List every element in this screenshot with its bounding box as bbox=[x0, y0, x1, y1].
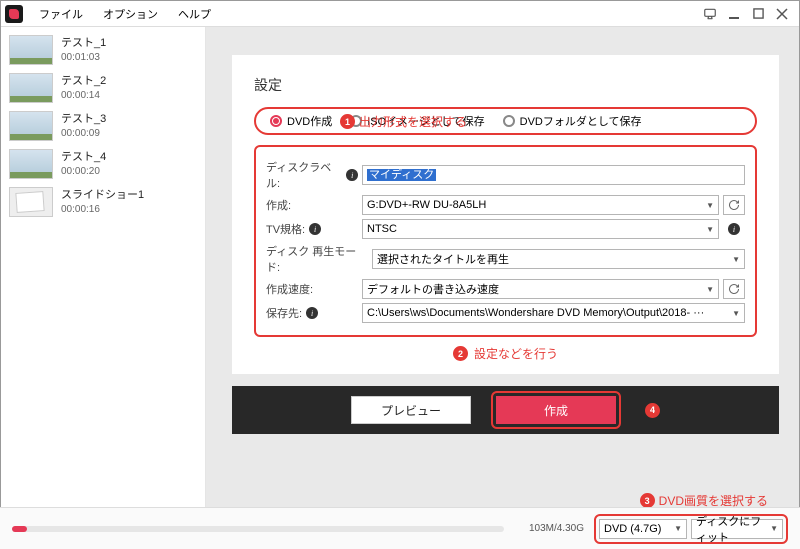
format-dvd[interactable]: DVD作成 bbox=[270, 113, 332, 129]
info-icon: i bbox=[728, 223, 740, 235]
format-dvd-label: DVD作成 bbox=[287, 113, 332, 129]
title-duration: 00:00:14 bbox=[61, 89, 106, 103]
settings-panel: 設定 DVD作成 ISOイメージとして保存 DVDフォルダとして保存 ディスクラ… bbox=[232, 55, 779, 374]
info-icon[interactable]: i bbox=[346, 169, 358, 181]
title-duration: 00:00:20 bbox=[61, 165, 106, 179]
refresh-speed-button[interactable] bbox=[723, 279, 745, 299]
title-list: テスト_1 00:01:03 テスト_2 00:00:14 テスト_3 00 bbox=[1, 27, 205, 520]
title-thumb bbox=[9, 73, 53, 103]
chevron-down-icon: ▼ bbox=[674, 524, 682, 533]
title-name: テスト_3 bbox=[61, 112, 106, 127]
title-name: スライドショー1 bbox=[61, 188, 144, 203]
saveto-select[interactable]: C:\Users\ws\Documents\Wondershare DVD Me… bbox=[362, 303, 745, 323]
title-thumb bbox=[9, 35, 53, 65]
chevron-down-icon: ▼ bbox=[706, 201, 714, 210]
playmode-select[interactable]: 選択されたタイトルを再生▼ bbox=[372, 249, 745, 269]
title-thumb bbox=[9, 149, 53, 179]
disc-label-label: ディスクラベル:i bbox=[266, 159, 358, 191]
title-duration: 00:01:03 bbox=[61, 51, 106, 65]
chevron-down-icon: ▼ bbox=[732, 255, 740, 264]
menu-option[interactable]: オプション bbox=[93, 2, 168, 26]
title-item[interactable]: テスト_3 00:00:09 bbox=[1, 107, 205, 145]
saveto-label: 保存先:i bbox=[266, 305, 358, 321]
title-thumb bbox=[9, 187, 53, 217]
disc-usage-label: 103M/4.30G bbox=[514, 523, 584, 534]
output-format-group: DVD作成 ISOイメージとして保存 DVDフォルダとして保存 bbox=[254, 107, 757, 135]
preview-button[interactable]: プレビュー bbox=[351, 396, 471, 424]
tv-label: TV規格:i bbox=[266, 221, 358, 237]
menu-help[interactable]: ヘルプ bbox=[168, 2, 221, 26]
disc-label-input[interactable]: マイディスク bbox=[362, 165, 745, 185]
main-panel: 設定 DVD作成 ISOイメージとして保存 DVDフォルダとして保存 ディスクラ… bbox=[206, 27, 799, 548]
annotation-2: 2設定などを行う bbox=[254, 345, 757, 362]
sidebar: テスト_1 00:01:03 テスト_2 00:00:14 テスト_3 00 bbox=[1, 27, 206, 548]
info-icon[interactable]: i bbox=[309, 223, 321, 235]
radio-icon bbox=[503, 115, 515, 127]
quality-select[interactable]: ディスクにフィット▼ bbox=[691, 519, 783, 539]
title-duration: 00:00:09 bbox=[61, 127, 106, 141]
app-logo bbox=[5, 5, 23, 23]
playmode-label: ディスク 再生モード: bbox=[266, 243, 368, 275]
annotation-4: 4 bbox=[645, 403, 660, 418]
tv-standard-select[interactable]: NTSC▼ bbox=[362, 219, 719, 239]
menu-file[interactable]: ファイル bbox=[29, 2, 93, 26]
radio-checked-icon bbox=[270, 115, 282, 127]
title-item[interactable]: スライドショー1 00:00:16 bbox=[1, 183, 205, 221]
title-name: テスト_1 bbox=[61, 36, 106, 51]
title-item[interactable]: テスト_1 00:01:03 bbox=[1, 31, 205, 69]
chevron-down-icon: ▼ bbox=[706, 225, 714, 234]
create-button[interactable]: 作成 bbox=[496, 396, 616, 424]
annotation-1: 1出力形式を選択する bbox=[340, 113, 467, 130]
create-label: 作成: bbox=[266, 197, 358, 213]
info-icon[interactable]: i bbox=[306, 307, 318, 319]
settings-fields: ディスクラベル:i マイディスク 作成: G:DVD+-RW DU-8A5LH▼… bbox=[254, 145, 757, 337]
tv-info-button[interactable]: i bbox=[723, 219, 745, 239]
bottom-bar: 103M/4.30G DVD (4.7G)▼ ディスクにフィット▼ bbox=[0, 507, 800, 549]
close-icon[interactable] bbox=[775, 7, 789, 21]
write-speed-select[interactable]: デフォルトの書き込み速度▼ bbox=[362, 279, 719, 299]
refresh-burner-button[interactable] bbox=[723, 195, 745, 215]
format-folder[interactable]: DVDフォルダとして保存 bbox=[503, 113, 642, 129]
chevron-down-icon: ▼ bbox=[732, 309, 740, 318]
dvd-size-select[interactable]: DVD (4.7G)▼ bbox=[599, 519, 687, 539]
minimize-icon[interactable] bbox=[727, 7, 741, 21]
action-bar: プレビュー 作成 4 bbox=[232, 386, 779, 434]
speed-label: 作成速度: bbox=[266, 281, 358, 297]
settings-title: 設定 bbox=[254, 75, 757, 95]
chevron-down-icon: ▼ bbox=[706, 285, 714, 294]
feedback-icon[interactable] bbox=[703, 7, 717, 21]
menubar: ファイル オプション ヘルプ bbox=[1, 1, 799, 27]
chevron-down-icon: ▼ bbox=[770, 524, 778, 533]
burner-select[interactable]: G:DVD+-RW DU-8A5LH▼ bbox=[362, 195, 719, 215]
title-item[interactable]: テスト_4 00:00:20 bbox=[1, 145, 205, 183]
title-name: テスト_2 bbox=[61, 74, 106, 89]
title-thumb bbox=[9, 111, 53, 141]
title-item[interactable]: テスト_2 00:00:14 bbox=[1, 69, 205, 107]
format-folder-label: DVDフォルダとして保存 bbox=[520, 113, 642, 129]
maximize-icon[interactable] bbox=[751, 7, 765, 21]
title-name: テスト_4 bbox=[61, 150, 106, 165]
title-duration: 00:00:16 bbox=[61, 203, 144, 217]
disc-usage-bar bbox=[12, 526, 504, 532]
